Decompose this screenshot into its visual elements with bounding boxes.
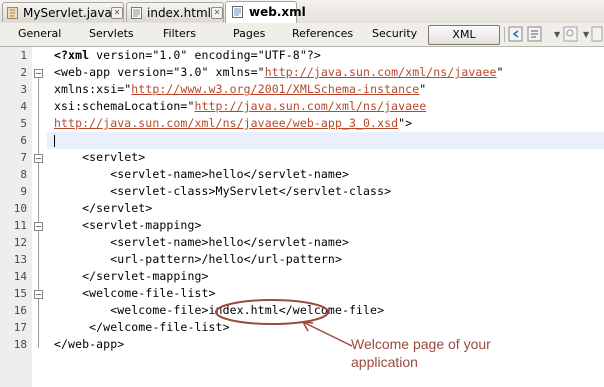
toolbar-separator	[504, 27, 505, 42]
text-caret	[54, 135, 55, 147]
collapse-icon[interactable]: −	[34, 222, 43, 231]
code-text: xsi:schemaLocation="	[54, 99, 195, 113]
line-number: 4	[20, 100, 27, 113]
schema-instance-url[interactable]: http://www.w3.org/2001/XMLSchema-instanc…	[131, 82, 419, 96]
code-text: "	[496, 65, 504, 79]
line-number: 12	[13, 236, 27, 249]
code-line-16[interactable]: <welcome-file-list>	[54, 285, 216, 302]
tab-label: web.xml	[249, 5, 306, 19]
back-icon[interactable]	[508, 26, 525, 42]
line-number: 15	[13, 287, 27, 300]
line-number: 17	[13, 321, 27, 334]
code-line-1[interactable]: <?xml version="1.0" encoding="UTF-8"?>	[54, 47, 321, 64]
collapse-icon[interactable]: −	[34, 154, 43, 163]
code-line-2[interactable]: <web-app version="3.0" xmlns="http://jav…	[54, 64, 504, 81]
view-tab-pages[interactable]: Pages	[233, 23, 265, 45]
search-icon[interactable]	[563, 26, 580, 42]
view-tab-xml[interactable]: XML	[428, 25, 500, 45]
tab-web-xml[interactable]: web.xml	[225, 1, 306, 23]
forward-icon[interactable]	[591, 26, 603, 42]
line-number: 5	[20, 117, 27, 130]
file-tab-bar: MyServlet.java ✕ index.html ✕ web.xml	[0, 0, 604, 24]
history-icon[interactable]	[527, 26, 544, 42]
line-number: 10	[13, 202, 27, 215]
fold-guide	[38, 78, 39, 348]
line-number: 18	[13, 338, 27, 351]
xml-declaration-keyword: <?xml	[54, 48, 90, 62]
line-number: 14	[13, 270, 27, 283]
view-tab-security[interactable]: Security	[372, 23, 417, 45]
annotation-arrow	[302, 321, 353, 347]
schema-location-url[interactable]: http://java.sun.com/xml/ns/javaee	[194, 99, 426, 113]
tab-label: MyServlet.java	[23, 6, 112, 20]
tab-myservlet-java[interactable]: MyServlet.java ✕	[2, 2, 124, 22]
code-line-17[interactable]: <welcome-file>index.html</welcome-file>	[54, 302, 384, 319]
dropdown-arrow-icon[interactable]: ▼	[554, 30, 560, 39]
line-number: 16	[13, 304, 27, 317]
fold-column	[32, 47, 46, 387]
tab-index-html[interactable]: index.html ✕	[126, 2, 224, 22]
code-line-13[interactable]: <servlet-name>hello</servlet-name>	[54, 234, 349, 251]
html-file-icon	[131, 7, 142, 19]
line-number: 3	[20, 83, 27, 96]
view-tab-references[interactable]: References	[292, 23, 353, 45]
annotation-text: Welcome page of your application	[351, 336, 491, 370]
code-line-11[interactable]: </servlet>	[54, 200, 152, 217]
code-line-12[interactable]: <servlet-mapping>	[54, 217, 202, 234]
code-text: <web-app version="3.0" xmlns="	[54, 65, 265, 79]
line-number: 7	[20, 151, 27, 164]
namespace-url[interactable]: http://java.sun.com/xml/ns/javaee	[265, 65, 497, 79]
line-number: 8	[20, 168, 27, 181]
line-number: 6	[20, 134, 27, 147]
code-line-14[interactable]: <url-pattern>/hello</url-pattern>	[54, 251, 342, 268]
collapse-icon[interactable]: −	[34, 69, 43, 78]
line-number: 9	[20, 185, 27, 198]
xml-file-icon	[232, 6, 243, 18]
code-line-8[interactable]: <servlet>	[54, 149, 145, 166]
code-line-5[interactable]: http://java.sun.com/xml/ns/javaee/web-ap…	[54, 115, 412, 132]
code-text: xmlns:xsi="	[54, 82, 132, 96]
collapse-icon[interactable]: −	[34, 290, 43, 299]
line-number: 13	[13, 253, 27, 266]
code-line-19[interactable]: </web-app>	[54, 336, 124, 353]
xsd-url[interactable]: http://java.sun.com/xml/ns/javaee/web-ap…	[54, 116, 398, 130]
code-line-18[interactable]: </welcome-file-list>	[54, 319, 230, 336]
code-text: "	[419, 82, 427, 96]
view-tab-general[interactable]: General	[18, 23, 61, 45]
code-line-3[interactable]: xmlns:xsi="http://www.w3.org/2001/XMLSch…	[54, 81, 426, 98]
xml-editor-view-bar: General Servlets Filters Pages Reference…	[0, 23, 604, 47]
code-text: ">	[398, 116, 413, 130]
close-icon[interactable]: ✕	[111, 7, 123, 19]
arrow-head	[302, 321, 314, 332]
current-line-highlight	[47, 132, 604, 149]
dropdown-arrow-icon[interactable]: ▼	[583, 30, 589, 39]
code-line-4[interactable]: xsi:schemaLocation="http://java.sun.com/…	[54, 98, 426, 115]
java-file-icon	[7, 7, 18, 19]
line-number: 1	[20, 49, 27, 62]
line-number: 2	[20, 66, 27, 79]
line-number: 11	[13, 219, 27, 232]
code-line-15[interactable]: </servlet-mapping>	[54, 268, 209, 285]
code-text: version="1.0" encoding="UTF-8"?>	[89, 48, 321, 62]
code-line-9[interactable]: <servlet-name>hello</servlet-name>	[54, 166, 349, 183]
view-tab-servlets[interactable]: Servlets	[89, 23, 134, 45]
close-icon[interactable]: ✕	[211, 7, 223, 19]
code-line-10[interactable]: <servlet-class>MyServlet</servlet-class>	[54, 183, 391, 200]
view-tab-filters[interactable]: Filters	[163, 23, 196, 45]
tab-label: index.html	[147, 6, 211, 20]
